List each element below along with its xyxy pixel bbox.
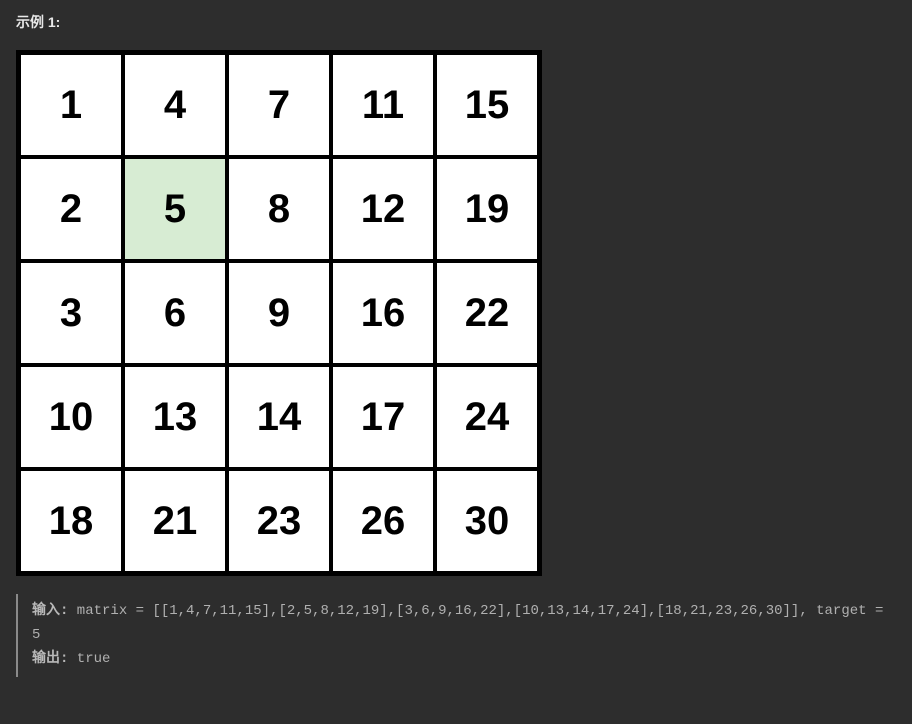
output-line: 输出: true (32, 648, 896, 672)
matrix-row: 10 13 14 17 24 (19, 365, 539, 469)
matrix-cell: 15 (435, 53, 539, 157)
matrix-cell-highlighted: 5 (123, 157, 227, 261)
input-line: 输入: matrix = [[1,4,7,11,15],[2,5,8,12,19… (32, 600, 896, 648)
matrix-cell: 17 (331, 365, 435, 469)
matrix-cell: 4 (123, 53, 227, 157)
matrix-row: 2 5 8 12 19 (19, 157, 539, 261)
output-text: true (68, 651, 110, 667)
matrix-cell: 24 (435, 365, 539, 469)
matrix-cell: 18 (19, 469, 123, 573)
matrix-cell: 1 (19, 53, 123, 157)
output-label: 输出: (32, 651, 68, 667)
matrix-cell: 19 (435, 157, 539, 261)
matrix-cell: 10 (19, 365, 123, 469)
matrix-cell: 11 (331, 53, 435, 157)
matrix-cell: 8 (227, 157, 331, 261)
example-title: 示例 1: (16, 12, 896, 32)
matrix-cell: 30 (435, 469, 539, 573)
matrix-cell: 22 (435, 261, 539, 365)
matrix-cell: 9 (227, 261, 331, 365)
matrix-cell: 26 (331, 469, 435, 573)
matrix-cell: 14 (227, 365, 331, 469)
input-label: 输入: (32, 603, 68, 619)
matrix-row: 18 21 23 26 30 (19, 469, 539, 573)
matrix-cell: 21 (123, 469, 227, 573)
matrix-row: 1 4 7 11 15 (19, 53, 539, 157)
matrix-cell: 13 (123, 365, 227, 469)
matrix-cell: 16 (331, 261, 435, 365)
code-block: 输入: matrix = [[1,4,7,11,15],[2,5,8,12,19… (16, 594, 896, 677)
matrix-grid: 1 4 7 11 15 2 5 8 12 19 3 6 9 16 22 10 1… (16, 50, 542, 576)
matrix-cell: 12 (331, 157, 435, 261)
matrix-cell: 23 (227, 469, 331, 573)
matrix-row: 3 6 9 16 22 (19, 261, 539, 365)
matrix-cell: 6 (123, 261, 227, 365)
matrix-cell: 7 (227, 53, 331, 157)
matrix-cell: 2 (19, 157, 123, 261)
matrix-cell: 3 (19, 261, 123, 365)
input-text: matrix = [[1,4,7,11,15],[2,5,8,12,19],[3… (32, 603, 892, 643)
